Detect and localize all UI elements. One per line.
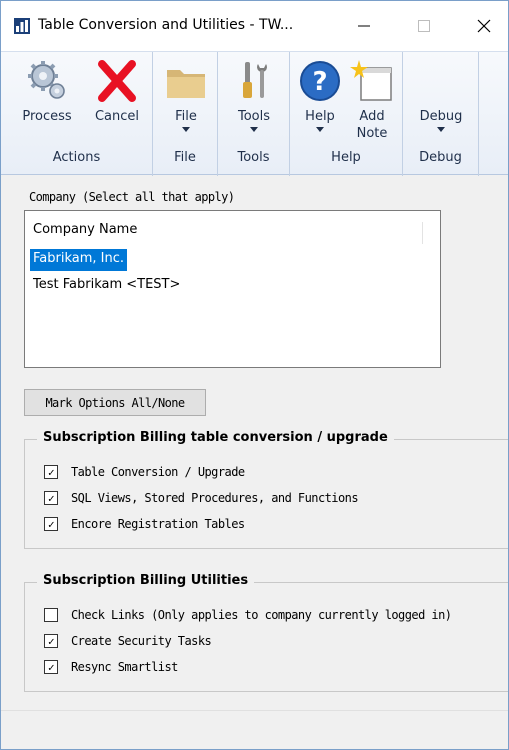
app-window: Table Conversion and Utilities - TW... P… bbox=[0, 0, 509, 750]
ribbon-group-label-debug: Debug bbox=[419, 150, 462, 165]
conversion-groupbox: Subscription Billing table conversion / … bbox=[24, 430, 508, 549]
maximize-button[interactable] bbox=[401, 1, 447, 51]
debug-button[interactable]: Debug bbox=[411, 54, 471, 150]
file-label: File bbox=[175, 109, 197, 124]
option-label: Resync Smartlist bbox=[71, 660, 178, 674]
chevron-down-icon bbox=[316, 127, 324, 132]
company-label: Company (Select all that apply) bbox=[29, 190, 235, 204]
ribbon-group-file: File File bbox=[153, 52, 218, 176]
add-note-label-line1: Add bbox=[359, 109, 385, 124]
ribbon-group-actions: Process Cancel Actions bbox=[1, 52, 153, 176]
tools-icon bbox=[243, 62, 267, 98]
checkbox[interactable]: ✓ bbox=[44, 634, 58, 648]
ribbon-group-label-tools: Tools bbox=[237, 150, 270, 165]
minimize-icon bbox=[358, 25, 370, 27]
minimize-button[interactable] bbox=[341, 1, 387, 51]
option-check-links[interactable]: Check Links (Only applies to company cur… bbox=[44, 606, 452, 624]
ribbon-group-label-actions: Actions bbox=[52, 150, 101, 165]
tools-button[interactable]: Tools bbox=[230, 54, 278, 150]
debug-icon-placeholder bbox=[418, 58, 464, 104]
chevron-down-icon bbox=[250, 127, 258, 132]
status-bar bbox=[1, 710, 508, 749]
checkbox[interactable]: ✓ bbox=[44, 465, 58, 479]
list-item[interactable]: Fabrikam, Inc. bbox=[30, 249, 128, 271]
process-button[interactable]: Process bbox=[17, 54, 77, 150]
add-note-label: Add Note bbox=[357, 108, 388, 142]
note-icon bbox=[350, 60, 392, 101]
process-label: Process bbox=[22, 109, 72, 124]
maximize-icon bbox=[418, 20, 430, 32]
conversion-group-title: Subscription Billing table conversion / … bbox=[37, 430, 394, 445]
option-resync-smartlist[interactable]: ✓ Resync Smartlist bbox=[44, 658, 178, 676]
title-bar[interactable]: Table Conversion and Utilities - TW... bbox=[1, 1, 508, 51]
cancel-button[interactable]: Cancel bbox=[87, 54, 147, 150]
option-label: Table Conversion / Upgrade bbox=[71, 465, 245, 479]
option-label: Encore Registration Tables bbox=[71, 517, 245, 531]
checkbox[interactable] bbox=[44, 608, 58, 622]
gears-icon bbox=[28, 61, 65, 99]
utilities-groupbox: Subscription Billing Utilities Check Lin… bbox=[24, 573, 508, 692]
add-note-button[interactable]: Add Note bbox=[346, 54, 398, 150]
red-x-icon bbox=[98, 60, 136, 102]
help-label: Help bbox=[305, 109, 335, 124]
add-note-label-line2: Note bbox=[356, 126, 388, 141]
file-button[interactable]: File bbox=[163, 54, 209, 150]
option-label: Create Security Tasks bbox=[71, 634, 212, 648]
tools-label: Tools bbox=[237, 109, 271, 124]
help-button[interactable]: ? Help bbox=[296, 54, 344, 150]
chevron-down-icon bbox=[437, 127, 445, 132]
ribbon-group-debug: Debug Debug bbox=[403, 52, 479, 176]
company-name-column-header[interactable]: Company Name bbox=[33, 222, 423, 244]
close-icon bbox=[477, 19, 491, 33]
company-listbox[interactable]: Company Name Fabrikam, Inc. Test Fabrika… bbox=[24, 210, 441, 368]
chevron-down-icon bbox=[182, 127, 190, 132]
main-content: Company (Select all that apply) Company … bbox=[1, 176, 508, 710]
option-create-security-tasks[interactable]: ✓ Create Security Tasks bbox=[44, 632, 212, 650]
debug-label: Debug bbox=[419, 109, 463, 124]
option-table-conversion[interactable]: ✓ Table Conversion / Upgrade bbox=[44, 463, 245, 481]
checkbox[interactable]: ✓ bbox=[44, 491, 58, 505]
utilities-group-title: Subscription Billing Utilities bbox=[37, 573, 255, 588]
ribbon-group-label-file: File bbox=[174, 150, 196, 165]
ribbon-group-label-help: Help bbox=[331, 150, 361, 165]
window-title: Table Conversion and Utilities - TW... bbox=[38, 17, 294, 33]
checkbox[interactable]: ✓ bbox=[44, 517, 58, 531]
list-item[interactable]: Test Fabrikam <TEST> bbox=[30, 275, 183, 297]
ribbon-toolbar: Process Cancel Actions File File Tools T… bbox=[1, 51, 508, 176]
ribbon-group-help: ? Help Add Note Help bbox=[290, 52, 403, 176]
checkbox[interactable]: ✓ bbox=[44, 660, 58, 674]
app-icon bbox=[14, 18, 30, 34]
ribbon-group-tools: Tools Tools bbox=[218, 52, 290, 176]
option-sql-views[interactable]: ✓ SQL Views, Stored Procedures, and Func… bbox=[44, 489, 359, 507]
help-icon: ? bbox=[300, 61, 340, 101]
close-button[interactable] bbox=[461, 1, 507, 51]
option-label: Check Links (Only applies to company cur… bbox=[71, 608, 452, 622]
mark-options-button[interactable]: Mark Options All/None bbox=[24, 389, 206, 416]
svg-text:?: ? bbox=[312, 67, 327, 97]
option-label: SQL Views, Stored Procedures, and Functi… bbox=[71, 491, 359, 505]
cancel-label: Cancel bbox=[94, 109, 140, 124]
folder-icon bbox=[167, 70, 205, 98]
option-encore-registration[interactable]: ✓ Encore Registration Tables bbox=[44, 515, 245, 533]
